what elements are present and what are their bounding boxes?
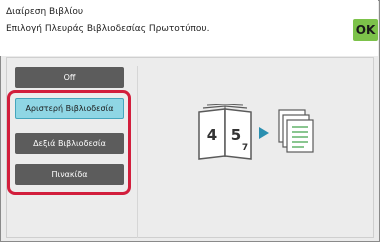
page-number-small: 7 [242, 143, 248, 153]
header: Διαίρεση Βιβλίου Επιλογή Πλευράς Βιβλιοδ… [0, 0, 378, 56]
option-right-binding-button[interactable]: Δεξιά Βιβλιοδεσία [15, 133, 124, 154]
arrow-right-icon [259, 127, 269, 139]
document-stack-icon [278, 109, 314, 153]
panel-divider [137, 66, 138, 238]
ok-button[interactable]: OK [353, 19, 378, 41]
dialog-subtitle: Επιλογή Πλευράς Βιβλιοδεσίας Πρωτοτύπου. [6, 24, 210, 34]
dialog-title: Διαίρεση Βιβλίου [6, 7, 84, 17]
page-number-left: 4 [207, 126, 217, 144]
option-off-button[interactable]: Off [15, 67, 124, 88]
book-divide-illustration: 4 5 7 [198, 104, 314, 160]
option-left-binding-button[interactable]: Αριστερή Βιβλιοδεσία [15, 98, 124, 119]
page-number-right: 5 [231, 126, 241, 144]
option-tablet-binding-button[interactable]: Πινακίδα [15, 164, 124, 185]
